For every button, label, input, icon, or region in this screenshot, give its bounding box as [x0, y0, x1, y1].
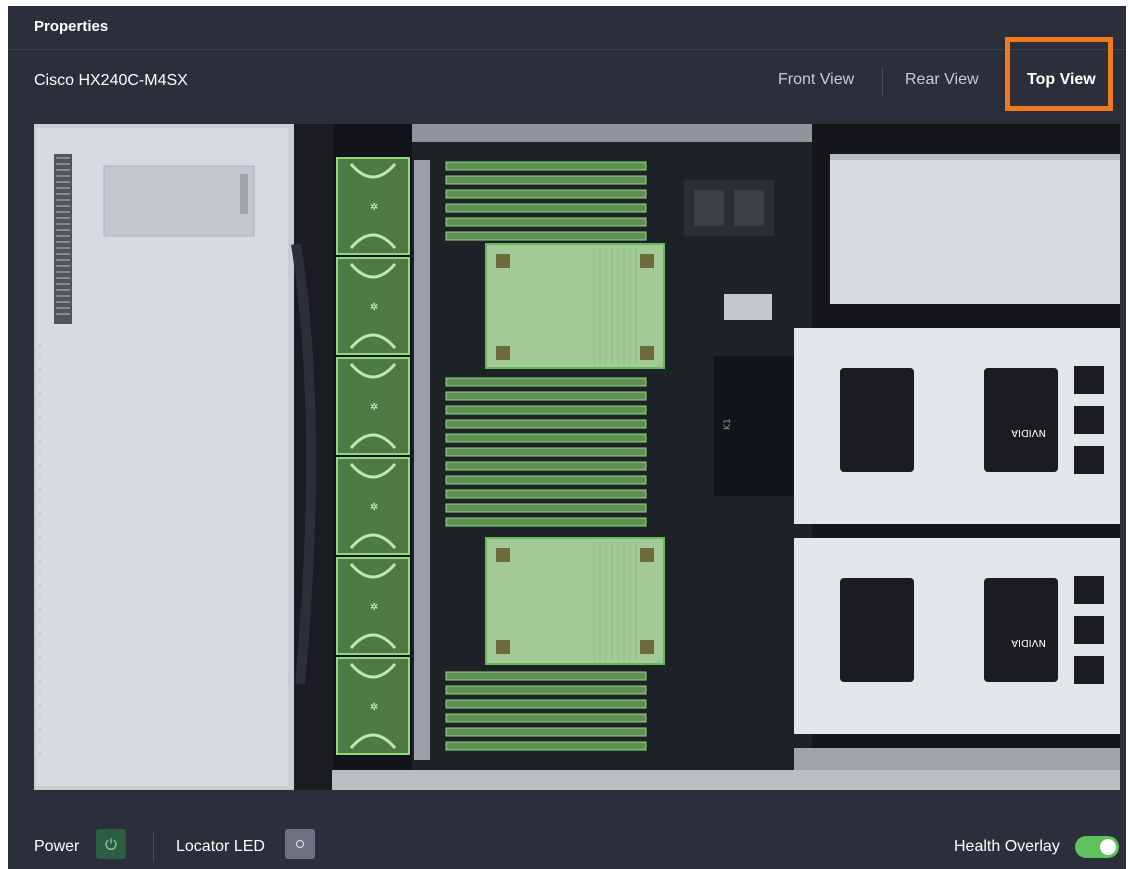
server-controls-bar: Power Locator LED Health Overlay	[8, 811, 1126, 869]
toggle-knob	[1100, 839, 1116, 855]
server-header: Cisco HX240C-M4SX Front View Rear View T…	[8, 37, 1126, 118]
properties-panel: Properties Cisco HX240C-M4SX Front View …	[8, 6, 1126, 869]
fan-modules: ✲ ✲ ✲ ✲ ✲ ✲	[336, 157, 410, 755]
gpu-riser-1: NVIDIA	[794, 328, 1120, 524]
cpu-mark-label: K1	[723, 418, 733, 430]
svg-text:✲: ✲	[370, 402, 378, 413]
dimm-bank-middle	[445, 377, 647, 527]
tab-rear-view[interactable]: Rear View	[905, 71, 979, 89]
annotation-highlight-box	[1005, 37, 1113, 111]
health-overlay-toggle[interactable]	[1075, 836, 1119, 858]
cpu-heatsink-2	[485, 537, 665, 665]
power-label: Power	[34, 838, 80, 855]
svg-text:✲: ✲	[370, 602, 378, 613]
health-overlay-label: Health Overlay	[954, 838, 1060, 855]
power-button[interactable]	[96, 829, 126, 859]
gpu-riser-2: NVIDIA	[794, 538, 1120, 734]
locator-led-icon	[296, 840, 304, 848]
panel-title: Properties	[34, 18, 109, 35]
tab-front-view[interactable]: Front View	[778, 71, 854, 89]
locator-led-label: Locator LED	[176, 838, 265, 855]
locator-led-button[interactable]	[285, 829, 315, 859]
power-icon	[105, 838, 117, 851]
svg-text:✲: ✲	[370, 502, 378, 513]
gpu-label-2: NVIDIA	[1011, 637, 1046, 648]
svg-text:✲: ✲	[370, 202, 378, 213]
controls-divider	[153, 831, 154, 861]
gpu-label-1: NVIDIA	[1011, 427, 1046, 438]
svg-text:✲: ✲	[370, 302, 378, 313]
panel-titlebar: Properties	[8, 6, 1126, 50]
server-top-view-image: ✲ ✲ ✲ ✲ ✲ ✲ K1 NVIDIA NVIDIA	[34, 124, 1120, 790]
cpu-heatsink-1	[485, 243, 665, 369]
server-model-name: Cisco HX240C-M4SX	[34, 72, 188, 89]
svg-text:✲: ✲	[370, 702, 378, 713]
tab-divider	[882, 67, 883, 95]
power-supply	[830, 154, 1120, 304]
